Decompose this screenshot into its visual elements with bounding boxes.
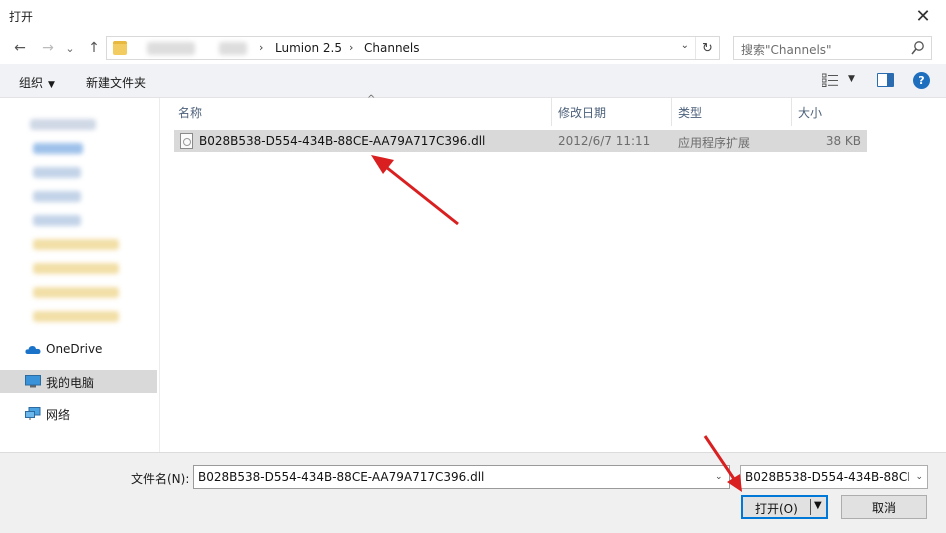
sidebar-item-label: 我的电脑 [46, 376, 95, 390]
sort-ascending-icon: ^ [367, 94, 376, 105]
new-folder-button[interactable]: 新建文件夹 [86, 74, 146, 91]
address-dropdown-button[interactable]: ⌄ [681, 40, 689, 51]
search-placeholder: 搜索"Channels" [741, 43, 832, 57]
open-options-dropdown[interactable]: ▼ [814, 500, 822, 511]
column-header-date[interactable]: 修改日期 [552, 98, 672, 126]
command-toolbar: 组织 ▼ 新建文件夹 ▼ ? [0, 64, 946, 98]
organize-button[interactable]: 组织 ▼ [19, 74, 55, 91]
file-type-filter[interactable]: B028B538-D554-434B-88CE-AA79A717C396.dll… [740, 465, 928, 489]
column-header-type[interactable]: 类型 [672, 98, 792, 126]
window-title: 打开 [9, 10, 34, 24]
file-name: B028B538-D554-434B-88CE-AA79A717C396.dll [199, 134, 486, 148]
breadcrumb-item[interactable]: Channels [364, 41, 420, 55]
filename-history-dropdown[interactable]: ⌄ [715, 472, 723, 482]
network-icon [25, 407, 41, 420]
cancel-button[interactable]: 取消 [841, 495, 927, 519]
recent-locations-button[interactable]: ⌄ [62, 36, 78, 60]
address-bar[interactable]: › Lumion 2.5 › Channels ⌄ ↻ [106, 36, 720, 60]
column-header-label: 名称 [178, 106, 203, 120]
blurred-sidebar-item [33, 311, 119, 322]
blurred-sidebar-item [33, 287, 119, 298]
blurred-sidebar-item [33, 215, 81, 226]
folder-icon [113, 41, 127, 55]
organize-label: 组织 [19, 76, 44, 90]
breadcrumb-separator: › [349, 41, 354, 54]
open-button-label: 打开(O) [755, 502, 798, 516]
blurred-sidebar-item [33, 239, 119, 250]
column-header-label: 修改日期 [558, 106, 607, 120]
computer-icon [25, 375, 41, 388]
navigation-pane: OneDrive 我的电脑 网络 [0, 98, 160, 452]
column-header-label: 大小 [798, 106, 823, 120]
sidebar-item-onedrive[interactable]: OneDrive [0, 338, 157, 361]
preview-pane-icon[interactable] [877, 73, 894, 87]
close-button[interactable]: ✕ [900, 0, 946, 32]
blurred-crumb [219, 42, 247, 55]
blurred-sidebar-item [33, 167, 81, 178]
filename-input[interactable] [193, 465, 730, 489]
blurred-sidebar-item [33, 263, 119, 274]
search-icon[interactable] [911, 40, 925, 56]
file-type-filter-value: B028B538-D554-434B-88CE-AA79A717C396.dll [745, 470, 909, 484]
dialog-footer: 文件名(N): ⌄ B028B538-D554-434B-88CE-AA79A7… [0, 452, 946, 533]
view-dropdown-button[interactable]: ▼ [848, 74, 855, 84]
filename-label: 文件名(N): [131, 472, 190, 486]
column-header-size[interactable]: 大小 [792, 98, 868, 126]
file-date: 2012/6/7 11:11 [558, 134, 651, 148]
blurred-quick-access [30, 119, 96, 130]
chevron-down-icon: ▼ [48, 80, 55, 90]
sidebar-item-label: OneDrive [46, 342, 103, 356]
help-icon[interactable]: ? [913, 72, 930, 89]
blurred-sidebar-item [33, 191, 81, 202]
sidebar-item-label: 网络 [46, 408, 71, 422]
column-header-label: 类型 [678, 106, 703, 120]
sidebar-item-network[interactable]: 网络 [0, 402, 157, 425]
chevron-down-icon: ⌄ [915, 472, 923, 482]
file-list: 名称 ^ 修改日期 类型 大小 B028B538-D554-434B-88CE-… [161, 94, 946, 452]
back-button[interactable]: ← [8, 36, 32, 60]
sidebar-item-this-pc[interactable]: 我的电脑 [0, 370, 157, 393]
search-box[interactable]: 搜索"Channels" [733, 36, 932, 60]
forward-button[interactable]: → [36, 36, 60, 60]
up-button[interactable]: ↑ [82, 36, 106, 60]
breadcrumb-item[interactable]: Lumion 2.5 [275, 41, 342, 55]
dll-file-icon [180, 133, 193, 149]
navigation-bar: ← → ⌄ ↑ › Lumion 2.5 › Channels ⌄ ↻ 搜索"C… [0, 32, 946, 64]
blurred-crumb [147, 42, 195, 55]
file-row[interactable]: B028B538-D554-434B-88CE-AA79A717C396.dll… [174, 130, 867, 152]
breadcrumb-separator: › [259, 41, 264, 54]
title-bar: 打开 ✕ [0, 0, 946, 32]
file-type: 应用程序扩展 [678, 136, 751, 150]
column-header-name[interactable]: 名称 ^ [172, 94, 552, 126]
split-divider [810, 499, 811, 515]
view-options-icon[interactable] [822, 73, 838, 87]
open-button[interactable]: 打开(O) ▼ [741, 495, 828, 519]
cloud-icon [25, 346, 41, 354]
blurred-sidebar-item [33, 143, 83, 154]
refresh-button[interactable]: ↻ [695, 37, 719, 59]
file-size: 38 KB [825, 134, 861, 148]
